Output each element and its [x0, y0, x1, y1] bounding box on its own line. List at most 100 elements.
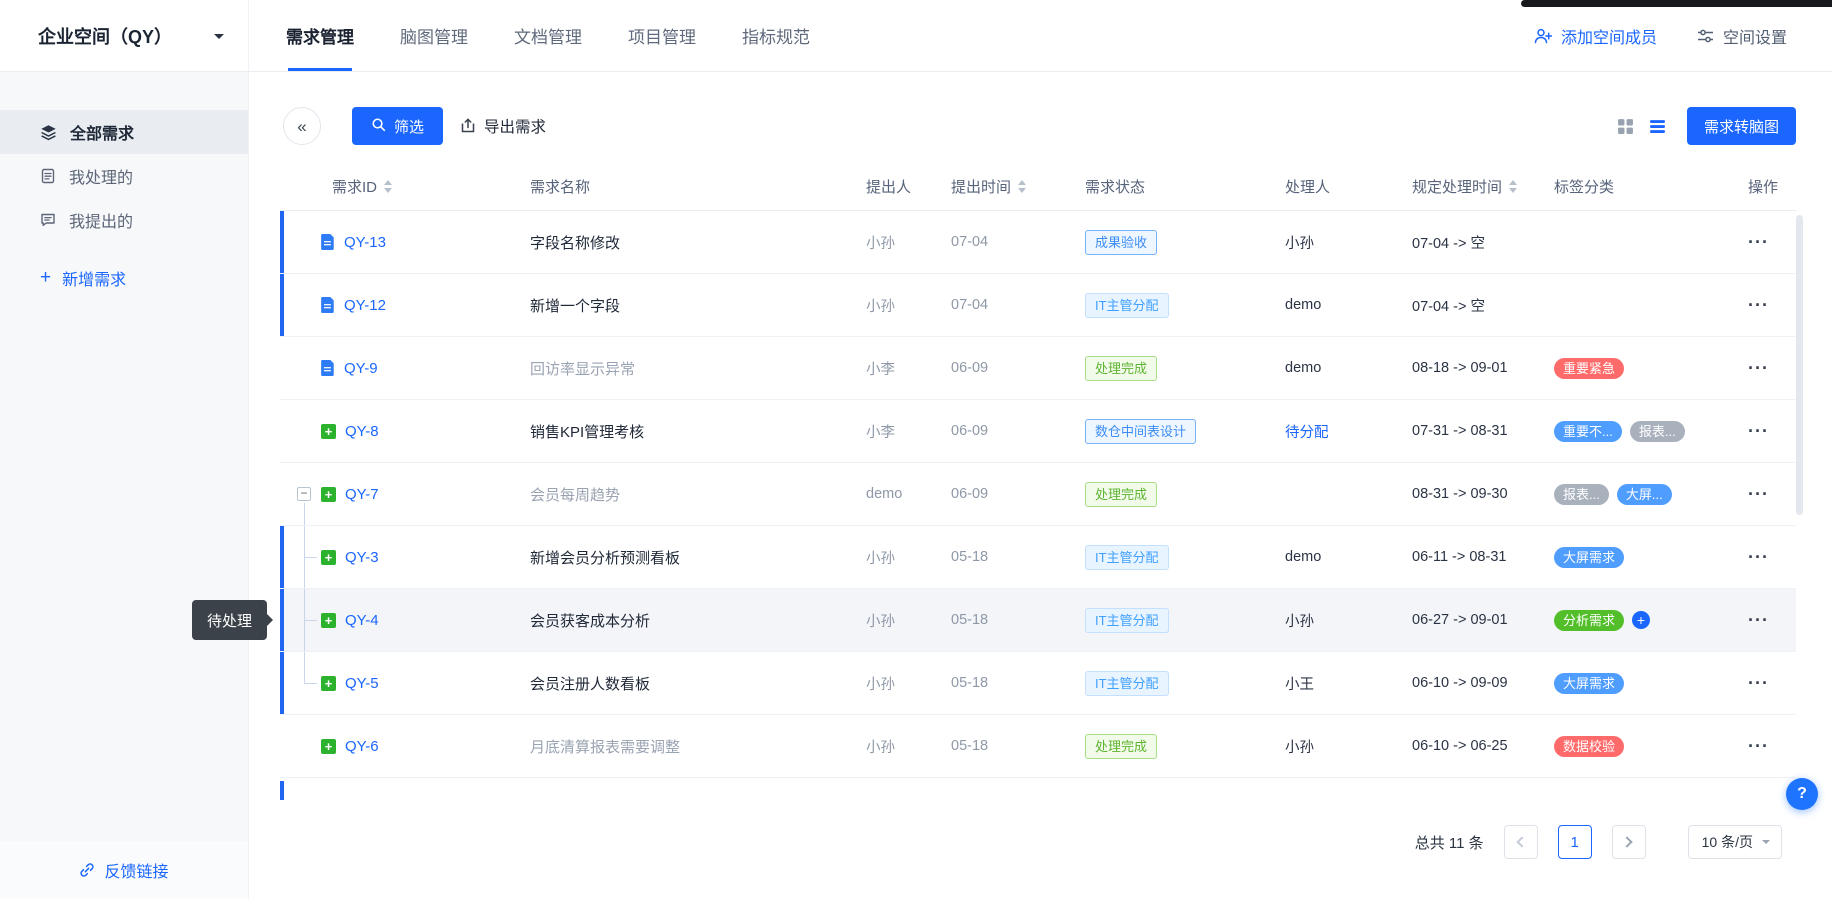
- collapse-toggle[interactable]: −: [297, 487, 311, 501]
- row-actions-button[interactable]: ···: [1748, 484, 1769, 504]
- export-requirements-button[interactable]: 导出需求: [460, 115, 546, 137]
- requirement-id-link[interactable]: QY-8: [345, 423, 379, 440]
- filter-label: 筛选: [394, 118, 425, 136]
- table-row[interactable]: QY-12 新增一个字段 小孙 07-04 IT主管分配 demo 07-04 -> 空 ··…: [280, 274, 1796, 337]
- requirement-name-cell: 回访率显示异常: [530, 360, 636, 378]
- tag-badge: 报表...: [1554, 483, 1609, 505]
- deadline-cell: 06-10 -> 09-09: [1412, 675, 1508, 691]
- current-page-button[interactable]: 1: [1557, 825, 1592, 859]
- filter-button[interactable]: 筛选: [352, 107, 444, 145]
- requirement-name-cell: 月底清算报表需要调整: [530, 738, 681, 756]
- row-actions-button[interactable]: ···: [1748, 673, 1769, 693]
- requirement-id-link[interactable]: QY-4: [345, 612, 379, 629]
- column-header[interactable]: 提出时间: [951, 176, 1085, 197]
- status-cell: IT主管分配: [1085, 670, 1285, 696]
- tag-badge: 大屏...: [1616, 483, 1672, 505]
- sidebar-item[interactable]: 我处理的: [0, 154, 248, 198]
- row-actions-button[interactable]: ···: [1748, 547, 1769, 567]
- nav-tab[interactable]: 需求管理: [286, 0, 354, 71]
- requirement-id-link[interactable]: QY-5: [345, 675, 379, 692]
- nav-tab[interactable]: 脑图管理: [400, 0, 468, 71]
- handler-cell[interactable]: 待分配: [1285, 421, 1412, 442]
- sidebar-item[interactable]: 我提出的: [0, 198, 248, 242]
- row-actions-button[interactable]: ···: [1748, 736, 1769, 756]
- proposer-cell: 小孙: [866, 613, 895, 630]
- requirement-id-link[interactable]: QY-9: [344, 360, 378, 377]
- row-actions-button[interactable]: ···: [1748, 421, 1769, 441]
- column-header[interactable]: 规定处理时间: [1412, 176, 1554, 197]
- sort-icon[interactable]: [384, 180, 393, 193]
- requirement-id-link[interactable]: QY-3: [345, 549, 379, 566]
- sort-icon[interactable]: [1018, 180, 1027, 193]
- table-scrollbar[interactable]: [1796, 215, 1803, 515]
- table-row[interactable]: + QY-3 新增会员分析预测看板 小孙 05-18 IT主管分配 demo 06-11 ->…: [280, 526, 1796, 589]
- row-actions-button[interactable]: ···: [1748, 232, 1769, 252]
- page-size-select[interactable]: 10 条/页: [1687, 825, 1782, 859]
- add-member-button[interactable]: 添加空间成员: [1534, 24, 1657, 48]
- proposer-cell: 小李: [866, 361, 895, 378]
- row-actions-button[interactable]: ···: [1748, 295, 1769, 315]
- handler-cell: demo: [1285, 360, 1322, 376]
- requirement-id-link[interactable]: QY-6: [345, 738, 379, 755]
- actions-cell: ···: [1748, 358, 1796, 379]
- table-row[interactable]: + QY-6 月底清算报表需要调整 小孙 05-18 处理完成 小孙 06-10 -> 06-…: [280, 715, 1796, 778]
- to-mindmap-button[interactable]: 需求转脑图: [1686, 107, 1796, 145]
- metric-plus-icon: +: [321, 549, 336, 565]
- table-row[interactable]: + QY-5 会员注册人数看板 小孙 05-18 IT主管分配 小王 06-10 -> 09-…: [280, 652, 1796, 715]
- deadline-cell: 07-31 -> 08-31: [1412, 423, 1508, 439]
- column-header[interactable]: 需求ID: [280, 176, 530, 197]
- sidebar-item[interactable]: 全部需求: [0, 110, 248, 154]
- sidebar-item-label: 我提出的: [69, 214, 134, 231]
- help-button[interactable]: ?: [1786, 778, 1818, 810]
- list-view-icon[interactable]: [1649, 118, 1666, 135]
- workspace-name: 企业空间（QY）: [38, 26, 173, 47]
- nav-tab[interactable]: 项目管理: [628, 0, 696, 71]
- view-toggles: [1617, 118, 1666, 135]
- row-actions-button[interactable]: ···: [1748, 358, 1769, 378]
- document-icon: [321, 360, 335, 376]
- column-label: 需求ID: [332, 179, 378, 196]
- deadline-cell: 06-10 -> 06-25: [1412, 738, 1508, 754]
- tags-cell: 分析需求 +: [1554, 609, 1748, 631]
- next-page-button[interactable]: [1611, 825, 1646, 859]
- proposed-time-cell: 05-18: [951, 612, 989, 628]
- requirement-id-link[interactable]: QY-12: [344, 297, 386, 314]
- chevron-right-icon: [1621, 836, 1633, 848]
- collapse-panel-button[interactable]: «: [283, 107, 321, 145]
- feedback-link[interactable]: 反馈链接: [0, 841, 248, 899]
- nav-tab[interactable]: 指标规范: [742, 0, 810, 71]
- workspace-selector[interactable]: 企业空间（QY）: [0, 0, 249, 71]
- new-requirement-label: 新增需求: [62, 272, 127, 289]
- handler-cell: demo: [1285, 549, 1322, 565]
- column-header: 需求状态: [1085, 176, 1285, 197]
- status-badge: IT主管分配: [1085, 292, 1169, 318]
- status-badge: 数仓中间表设计: [1085, 418, 1197, 444]
- nav-tab[interactable]: 文档管理: [514, 0, 582, 71]
- column-label: 提出人: [866, 179, 912, 196]
- card-view-icon[interactable]: [1617, 118, 1634, 135]
- requirement-id-link[interactable]: QY-7: [345, 486, 379, 503]
- status-cell: 数仓中间表设计: [1085, 418, 1285, 444]
- sliders-icon: [1697, 28, 1714, 44]
- new-requirement-button[interactable]: + 新增需求: [0, 266, 248, 290]
- deadline-cell: 07-04 -> 空: [1412, 298, 1485, 315]
- doc-icon: [40, 168, 56, 184]
- tag-badge: 报表...: [1629, 420, 1685, 442]
- space-settings-button[interactable]: 空间设置: [1697, 24, 1787, 48]
- table-row[interactable]: + QY-4 会员获客成本分析 小孙 05-18 IT主管分配 小孙 06-27 -> 09-…: [280, 589, 1796, 652]
- row-actions-button[interactable]: ···: [1748, 610, 1769, 630]
- table-row[interactable]: − + QY-7 会员每周趋势 demo 06-09 处理完成 08-31 -> 09-30 报…: [280, 463, 1796, 526]
- prev-page-button[interactable]: [1503, 825, 1538, 859]
- table-row[interactable]: QY-13 字段名称修改 小孙 07-04 成果验收 小孙 07-04 -> 空 ···: [280, 211, 1796, 274]
- table-row[interactable]: QY-9 回访率显示异常 小李 06-09 处理完成 demo 08-18 -> 09-01…: [280, 337, 1796, 400]
- table-row[interactable]: + QY-8 销售KPI管理考核 小李 06-09 数仓中间表设计 待分配 07-31 -> …: [280, 400, 1796, 463]
- requirement-id-link[interactable]: QY-13: [344, 234, 386, 251]
- requirement-name-cell: 会员获客成本分析: [530, 612, 651, 630]
- status-badge: 处理完成: [1085, 481, 1158, 507]
- proposer-cell: 小李: [866, 424, 895, 441]
- sort-icon[interactable]: [1509, 180, 1518, 193]
- sidebar-menu: 全部需求 我处理的我提出的: [0, 72, 248, 242]
- tag-badge: 大屏需求: [1554, 672, 1625, 694]
- add-tag-button[interactable]: +: [1632, 611, 1651, 629]
- add-member-label: 添加空间成员: [1560, 29, 1657, 47]
